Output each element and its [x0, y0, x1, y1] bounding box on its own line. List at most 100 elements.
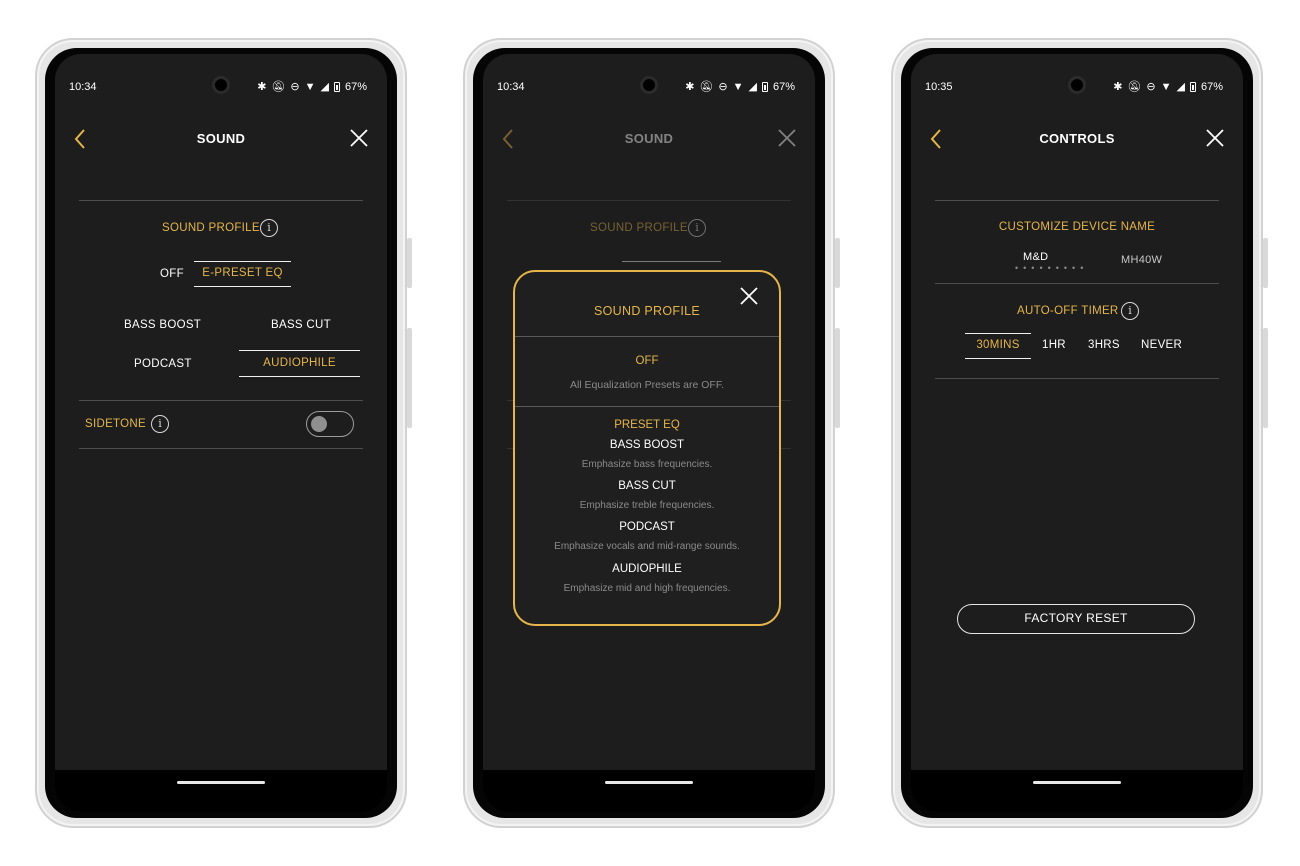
battery-percent: 67%	[772, 80, 795, 93]
preset-audiophile[interactable]: AUDIOPHILE	[239, 350, 360, 377]
sidetone-toggle[interactable]	[306, 411, 354, 437]
mute-icon: 🔕︎	[1127, 81, 1142, 93]
wifi-icon: ▼	[732, 80, 744, 93]
header: CONTROLS	[911, 124, 1243, 154]
sound-profile-modal: SOUND PROFILE OFF All Equalization Prese…	[513, 270, 781, 626]
wifi-icon: ▼	[304, 80, 316, 93]
device-name-prefix: M&D	[1023, 251, 1049, 263]
close-icon[interactable]	[739, 286, 759, 306]
page-title: SOUND	[196, 131, 246, 146]
sound-profile-label: SOUND PROFILE	[162, 222, 260, 234]
status-time: 10:34	[69, 81, 97, 93]
info-icon[interactable]: i	[260, 219, 278, 237]
nav-bar	[911, 770, 1243, 812]
divider	[507, 200, 791, 201]
modal-item-name[interactable]: BASS CUT	[515, 480, 779, 492]
modal-item-description: Emphasize bass frequencies.	[581, 459, 713, 470]
camera-icon	[212, 76, 230, 94]
timer-option-never[interactable]: NEVER	[1141, 339, 1182, 351]
divider	[935, 378, 1219, 379]
status-time: 10:35	[925, 81, 953, 93]
controls-screen: 10:35 ✱ 🔕︎ ⊖ ▼ ◢ 67% CONTROLS CUSTOMIZE …	[911, 54, 1243, 812]
factory-reset-button[interactable]: FACTORY RESET	[957, 604, 1195, 634]
home-indicator[interactable]	[177, 781, 265, 784]
sound-screen: 10:34 ✱ 🔕︎ ⊖ ▼ ◢ 67% SOUND SOUND PROFILE…	[55, 54, 387, 812]
eq-off-option[interactable]: OFF	[160, 268, 184, 280]
battery-icon	[761, 81, 768, 92]
sidetone-label: SIDETONE	[85, 418, 146, 430]
modal-item-description: Emphasize vocals and mid-range sounds.	[554, 541, 740, 552]
phone-bezel: 10:34 ✱ 🔕︎ ⊖ ▼ ◢ 67% SOUND SOUND PROFILE…	[45, 48, 397, 818]
divider	[622, 261, 721, 262]
divider	[79, 200, 363, 201]
side-button	[407, 238, 412, 288]
phone-controls: 10:35 ✱ 🔕︎ ⊖ ▼ ◢ 67% CONTROLS CUSTOMIZE …	[891, 38, 1268, 828]
divider	[515, 406, 779, 407]
modal-item-name[interactable]: PODCAST	[515, 521, 779, 533]
camera-icon	[640, 76, 658, 94]
status-icons: ✱ 🔕︎ ⊖ ▼ ◢ 67%	[685, 80, 795, 94]
bluetooth-icon: ✱	[1113, 81, 1123, 93]
modal-item-name[interactable]: BASS BOOST	[515, 439, 779, 451]
divider	[79, 400, 363, 401]
header: SOUND	[483, 124, 815, 154]
timer-option-3hrs[interactable]: 3HRS	[1088, 339, 1120, 351]
dnd-icon: ⊖	[718, 81, 728, 93]
divider	[79, 448, 363, 449]
modal-item-description: Emphasize treble frequencies.	[579, 500, 715, 511]
bluetooth-icon: ✱	[257, 81, 267, 93]
sound-modal-screen: 10:34 ✱ 🔕︎ ⊖ ▼ ◢ 67% SOUND SOUND PROFILE…	[483, 54, 815, 812]
modal-title: SOUND PROFILE	[594, 304, 700, 318]
close-icon[interactable]	[349, 128, 369, 148]
nav-bar	[55, 770, 387, 812]
timer-option-30mins[interactable]: 30MINS	[965, 333, 1031, 359]
battery-icon	[333, 81, 340, 92]
status-time: 10:34	[497, 81, 525, 93]
battery-percent: 67%	[344, 80, 367, 93]
status-icons: ✱ 🔕︎ ⊖ ▼ ◢ 67%	[257, 80, 367, 94]
phone-bezel: 10:35 ✱ 🔕︎ ⊖ ▼ ◢ 67% CONTROLS CUSTOMIZE …	[901, 48, 1253, 818]
device-name-dots: •••••••••	[1015, 263, 1089, 273]
page-title: SOUND	[624, 131, 674, 146]
preset-bass-cut[interactable]: BASS CUT	[271, 319, 331, 331]
home-indicator[interactable]	[605, 781, 693, 784]
mute-icon: 🔕︎	[271, 81, 286, 93]
status-bar: 10:35 ✱ 🔕︎ ⊖ ▼ ◢ 67%	[911, 54, 1243, 106]
status-bar: 10:34 ✱ 🔕︎ ⊖ ▼ ◢ 67%	[55, 54, 387, 106]
modal-item-name[interactable]: AUDIOPHILE	[515, 563, 779, 575]
status-icons: ✱ 🔕︎ ⊖ ▼ ◢ 67%	[1113, 80, 1223, 94]
mute-icon: 🔕︎	[699, 81, 714, 93]
side-button	[407, 328, 412, 428]
side-button	[835, 328, 840, 428]
divider	[515, 336, 779, 337]
home-indicator[interactable]	[1033, 781, 1121, 784]
side-button	[1263, 328, 1268, 428]
side-button	[1263, 238, 1268, 288]
side-button	[835, 238, 840, 288]
divider	[935, 200, 1219, 201]
divider	[935, 283, 1219, 284]
bluetooth-icon: ✱	[685, 81, 695, 93]
modal-off-description: All Equalization Presets are OFF.	[569, 379, 725, 391]
modal-off-option[interactable]: OFF	[515, 355, 779, 367]
signal-icon: ◢	[1176, 81, 1185, 93]
eq-preset-option[interactable]: E-PRESET EQ	[194, 261, 291, 287]
info-icon[interactable]: i	[1121, 302, 1139, 320]
preset-bass-boost[interactable]: BASS BOOST	[124, 319, 201, 331]
dnd-icon: ⊖	[1146, 81, 1156, 93]
nav-bar	[483, 770, 815, 812]
phone-bezel: 10:34 ✱ 🔕︎ ⊖ ▼ ◢ 67% SOUND SOUND PROFILE…	[473, 48, 825, 818]
timer-option-1hr[interactable]: 1HR	[1042, 339, 1066, 351]
battery-icon	[1189, 81, 1196, 92]
toggle-knob	[311, 416, 327, 432]
close-icon[interactable]	[1205, 128, 1225, 148]
dnd-icon: ⊖	[290, 81, 300, 93]
preset-podcast[interactable]: PODCAST	[134, 358, 192, 370]
close-icon	[778, 129, 796, 147]
info-icon[interactable]: i	[151, 415, 169, 433]
info-icon: i	[688, 219, 706, 237]
device-name-label: CUSTOMIZE DEVICE NAME	[998, 221, 1156, 233]
device-name-input[interactable]: MH40W	[1121, 254, 1162, 266]
auto-off-label: AUTO-OFF TIMER	[1017, 305, 1119, 317]
battery-percent: 67%	[1200, 80, 1223, 93]
